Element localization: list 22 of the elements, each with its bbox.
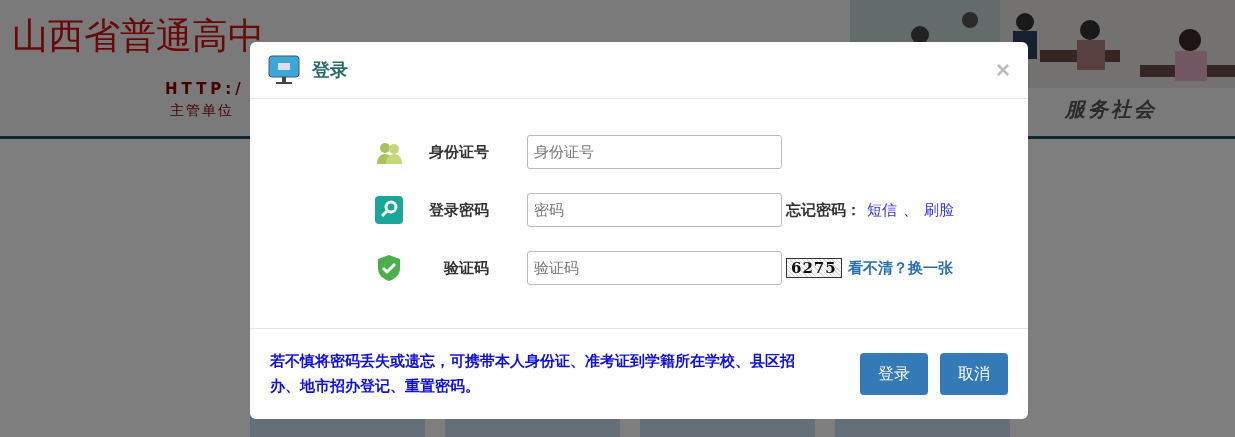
- site-url: HTTP:/: [165, 80, 246, 98]
- input-field[interactable]: 验证码: [527, 251, 782, 285]
- authority-text: 主管单位: [170, 102, 235, 120]
- field-label: 验证码: [442, 258, 489, 278]
- site-title: 山西省普通高中: [12, 14, 265, 58]
- recovery-link[interactable]: 刷脸: [924, 200, 954, 220]
- field-label: 身份证号: [428, 142, 489, 162]
- dialog-button[interactable]: 登录: [860, 353, 928, 395]
- dialog-title: 登录: [312, 58, 348, 82]
- captcha-image: 6275: [786, 258, 842, 278]
- slogan-text: 服务社会: [1065, 96, 1157, 123]
- shield-check-icon: [375, 254, 403, 282]
- input-field[interactable]: 身份证号: [527, 135, 782, 169]
- field-label: 登录密码: [428, 200, 489, 220]
- input-field[interactable]: 密码: [527, 193, 782, 227]
- separator-text: 、: [903, 200, 918, 220]
- forgot-password-label: 忘记密码：: [786, 200, 861, 220]
- refresh-captcha-link[interactable]: 看不清？换一张: [847, 258, 953, 278]
- recovery-link[interactable]: 短信: [867, 200, 897, 220]
- monitor-icon: [268, 55, 300, 85]
- password-help-note: 若不慎将密码丢失或遗忘，可携带本人身份证、准考证到学籍所在学校、县区招办、地市招办登记、重置密码。: [270, 351, 796, 397]
- dialog-button[interactable]: 取消: [940, 353, 1008, 395]
